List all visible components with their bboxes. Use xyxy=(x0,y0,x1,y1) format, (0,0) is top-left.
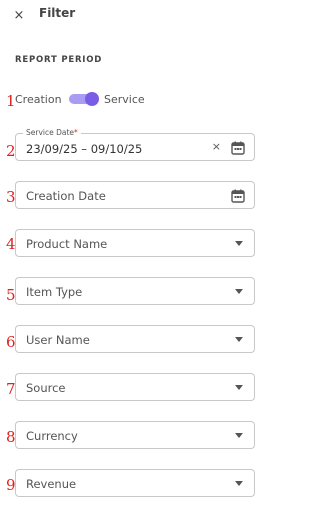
period-toggle-switch[interactable] xyxy=(69,92,99,106)
item-type-select[interactable]: Item Type xyxy=(15,277,255,305)
chevron-down-icon xyxy=(235,481,243,486)
toggle-label-service[interactable]: Service xyxy=(104,93,145,106)
filter-title: Filter xyxy=(39,6,76,20)
chevron-down-icon xyxy=(235,241,243,246)
toggle-thumb xyxy=(85,92,99,106)
service-date-label: Service Date* xyxy=(23,128,81,137)
service-date-value: 23/09/25 – 09/10/25 xyxy=(26,142,143,156)
chevron-down-icon xyxy=(235,337,243,342)
clear-icon[interactable]: × xyxy=(212,140,221,153)
report-period-heading: REPORT PERIOD xyxy=(15,55,103,65)
filter-panel: × Filter REPORT PERIOD 1 2 3 4 5 6 7 8 9… xyxy=(0,0,270,510)
product-name-select[interactable]: Product Name xyxy=(15,229,255,257)
chevron-down-icon xyxy=(235,289,243,294)
item-type-placeholder: Item Type xyxy=(26,285,83,299)
product-name-placeholder: Product Name xyxy=(26,237,108,251)
currency-select[interactable]: Currency xyxy=(15,421,255,449)
close-icon[interactable]: × xyxy=(10,6,28,24)
chevron-down-icon xyxy=(235,433,243,438)
toggle-label-creation[interactable]: Creation xyxy=(15,93,62,106)
currency-placeholder: Currency xyxy=(26,429,78,443)
period-toggle-row: Creation Service xyxy=(15,90,255,110)
creation-date-field[interactable]: Creation Date xyxy=(15,181,255,209)
service-date-field[interactable]: Service Date* 23/09/25 – 09/10/25 × xyxy=(15,128,255,161)
chevron-down-icon xyxy=(235,385,243,390)
revenue-placeholder: Revenue xyxy=(26,477,77,491)
calendar-icon[interactable] xyxy=(230,188,246,204)
creation-date-placeholder: Creation Date xyxy=(26,189,106,203)
required-mark: * xyxy=(74,128,78,137)
user-name-select[interactable]: User Name xyxy=(15,325,255,353)
calendar-icon[interactable] xyxy=(230,140,246,156)
source-select[interactable]: Source xyxy=(15,373,255,401)
revenue-select[interactable]: Revenue xyxy=(15,469,255,497)
user-name-placeholder: User Name xyxy=(26,333,90,347)
source-placeholder: Source xyxy=(26,381,66,395)
filter-header: × Filter xyxy=(0,0,270,28)
